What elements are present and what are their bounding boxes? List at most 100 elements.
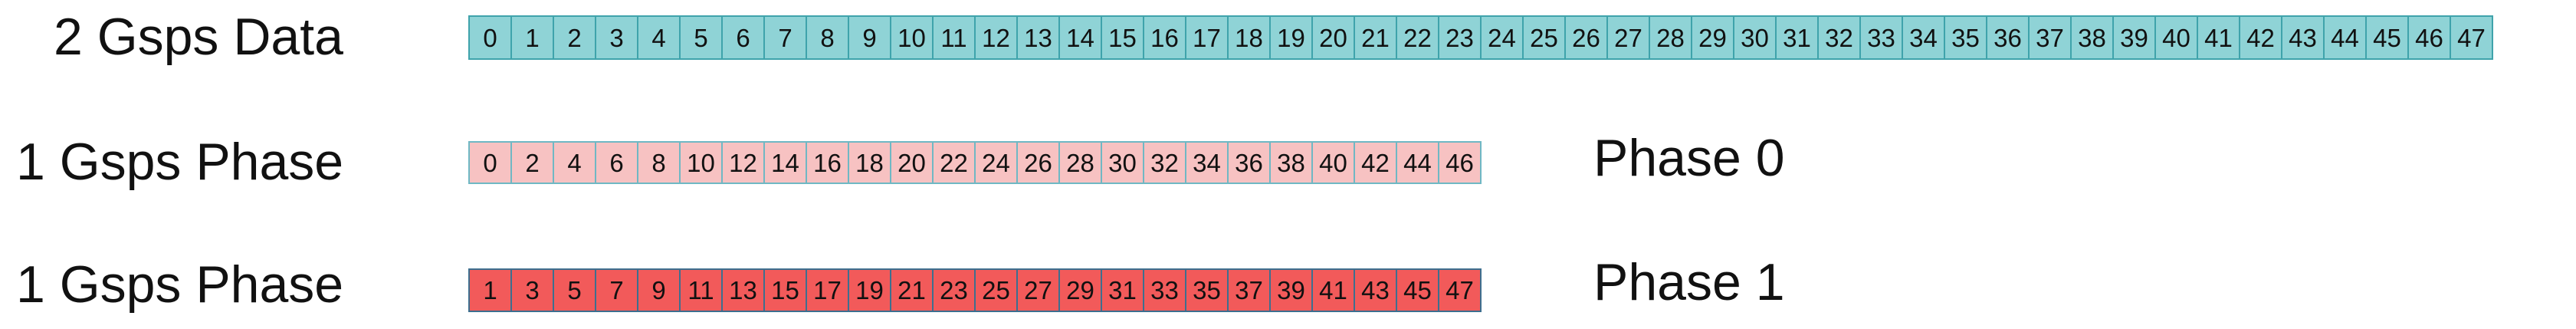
sample-cell: 7 (595, 268, 638, 312)
sample-cell: 44 (1396, 141, 1439, 184)
sample-cell: 17 (1185, 15, 1229, 60)
sample-cell: 42 (2239, 15, 2282, 60)
sample-cell: 31 (1101, 268, 1144, 312)
sample-cell: 26 (1016, 141, 1060, 184)
sample-cell: 15 (1101, 15, 1144, 60)
sample-cell: 40 (1311, 141, 1355, 184)
sample-cell: 11 (932, 15, 976, 60)
sample-cell: 15 (763, 268, 807, 312)
sample-cell: 8 (806, 15, 849, 60)
sample-cell: 13 (721, 268, 765, 312)
sample-cell: 34 (1185, 141, 1229, 184)
sample-cell: 45 (1396, 268, 1439, 312)
sample-cell: 9 (637, 268, 681, 312)
sample-cell: 32 (1143, 141, 1186, 184)
sample-cell: 5 (679, 15, 723, 60)
sample-cell: 37 (1227, 268, 1271, 312)
phase1-label: Phase 1 (1593, 253, 1785, 311)
row-label-data: 2 Gsps Data (54, 8, 343, 66)
sample-cell: 25 (1522, 15, 1566, 60)
sample-cell: 4 (553, 141, 596, 184)
row-label-phase1: 1 Gsps Phase (16, 255, 344, 314)
sample-cell: 35 (1185, 268, 1229, 312)
sample-cell: 2 (510, 141, 554, 184)
sample-cell: 14 (763, 141, 807, 184)
phase0-sample-strip: 0 2 4 6 8 10 12 14 16 18 20 22 24 26 28 30 32 34 36 38 40 42 4… (468, 141, 1482, 184)
sample-cell: 0 (468, 15, 512, 60)
sample-cell: 6 (721, 15, 765, 60)
sample-cell: 30 (1101, 141, 1144, 184)
sample-cell: 21 (890, 268, 934, 312)
data-sample-strip: 0 1 2 3 4 5 6 7 8 9 10 11 12 13 14 15 16 17 18 19 20 21 22 23 24… (468, 15, 2493, 60)
sample-cell: 21 (1354, 15, 1397, 60)
sample-cell: 34 (1902, 15, 1945, 60)
sample-cell: 13 (1016, 15, 1060, 60)
sample-cell: 44 (2323, 15, 2367, 60)
sample-cell: 46 (1438, 141, 1482, 184)
sample-cell: 47 (1438, 268, 1482, 312)
sample-cell: 17 (806, 268, 849, 312)
sample-cell: 24 (1480, 15, 1524, 60)
sample-cell: 18 (848, 141, 891, 184)
sample-cell: 46 (2407, 15, 2451, 60)
sample-cell: 43 (2281, 15, 2325, 60)
sample-cell: 19 (848, 268, 891, 312)
sample-cell: 35 (1944, 15, 1987, 60)
sample-cell: 39 (2112, 15, 2156, 60)
sample-cell: 1 (510, 15, 554, 60)
sample-cell: 24 (974, 141, 1018, 184)
sample-cell: 28 (1058, 141, 1102, 184)
sample-cell: 2 (553, 15, 596, 60)
sample-cell: 47 (2450, 15, 2493, 60)
sample-cell: 37 (2028, 15, 2072, 60)
sample-cell: 42 (1354, 141, 1397, 184)
sample-cell: 38 (2070, 15, 2114, 60)
sample-cell: 27 (1016, 268, 1060, 312)
phase1-sample-strip: 1 3 5 7 9 11 13 15 17 19 21 23 25 27 29 31 33 35 37 39 41 43 4… (468, 268, 1482, 312)
sample-cell: 19 (1269, 15, 1313, 60)
sample-cell: 38 (1269, 141, 1313, 184)
sample-cell: 0 (468, 141, 512, 184)
sample-cell: 3 (510, 268, 554, 312)
sample-cell: 7 (763, 15, 807, 60)
sample-cell: 5 (553, 268, 596, 312)
sample-cell: 41 (2197, 15, 2240, 60)
sample-cell: 36 (1986, 15, 2030, 60)
sample-cell: 32 (1817, 15, 1861, 60)
sample-cell: 22 (1396, 15, 1439, 60)
sample-cell: 12 (974, 15, 1018, 60)
sample-cell: 31 (1775, 15, 1819, 60)
row-label-phase0: 1 Gsps Phase (16, 133, 344, 191)
sample-cell: 16 (806, 141, 849, 184)
sample-cell: 39 (1269, 268, 1313, 312)
sample-cell: 33 (1143, 268, 1186, 312)
sample-cell: 16 (1143, 15, 1186, 60)
sample-cell: 28 (1649, 15, 1692, 60)
sample-cell: 3 (595, 15, 638, 60)
sample-cell: 20 (1311, 15, 1355, 60)
sample-cell: 26 (1564, 15, 1608, 60)
phase0-label: Phase 0 (1593, 129, 1785, 187)
sample-cell: 6 (595, 141, 638, 184)
sample-cell: 30 (1733, 15, 1777, 60)
sample-cell: 22 (932, 141, 976, 184)
sample-cell: 23 (1438, 15, 1482, 60)
sample-cell: 8 (637, 141, 681, 184)
sample-cell: 29 (1058, 268, 1102, 312)
sample-cell: 9 (848, 15, 891, 60)
sample-cell: 10 (890, 15, 934, 60)
sample-cell: 29 (1691, 15, 1734, 60)
sample-cell: 25 (974, 268, 1018, 312)
sample-cell: 33 (1859, 15, 1903, 60)
sample-cell: 1 (468, 268, 512, 312)
sample-cell: 4 (637, 15, 681, 60)
sample-cell: 14 (1058, 15, 1102, 60)
sample-cell: 10 (679, 141, 723, 184)
sample-cell: 20 (890, 141, 934, 184)
sample-cell: 18 (1227, 15, 1271, 60)
sample-cell: 23 (932, 268, 976, 312)
sample-cell: 45 (2365, 15, 2409, 60)
sample-cell: 40 (2154, 15, 2198, 60)
sample-cell: 12 (721, 141, 765, 184)
sample-cell: 41 (1311, 268, 1355, 312)
